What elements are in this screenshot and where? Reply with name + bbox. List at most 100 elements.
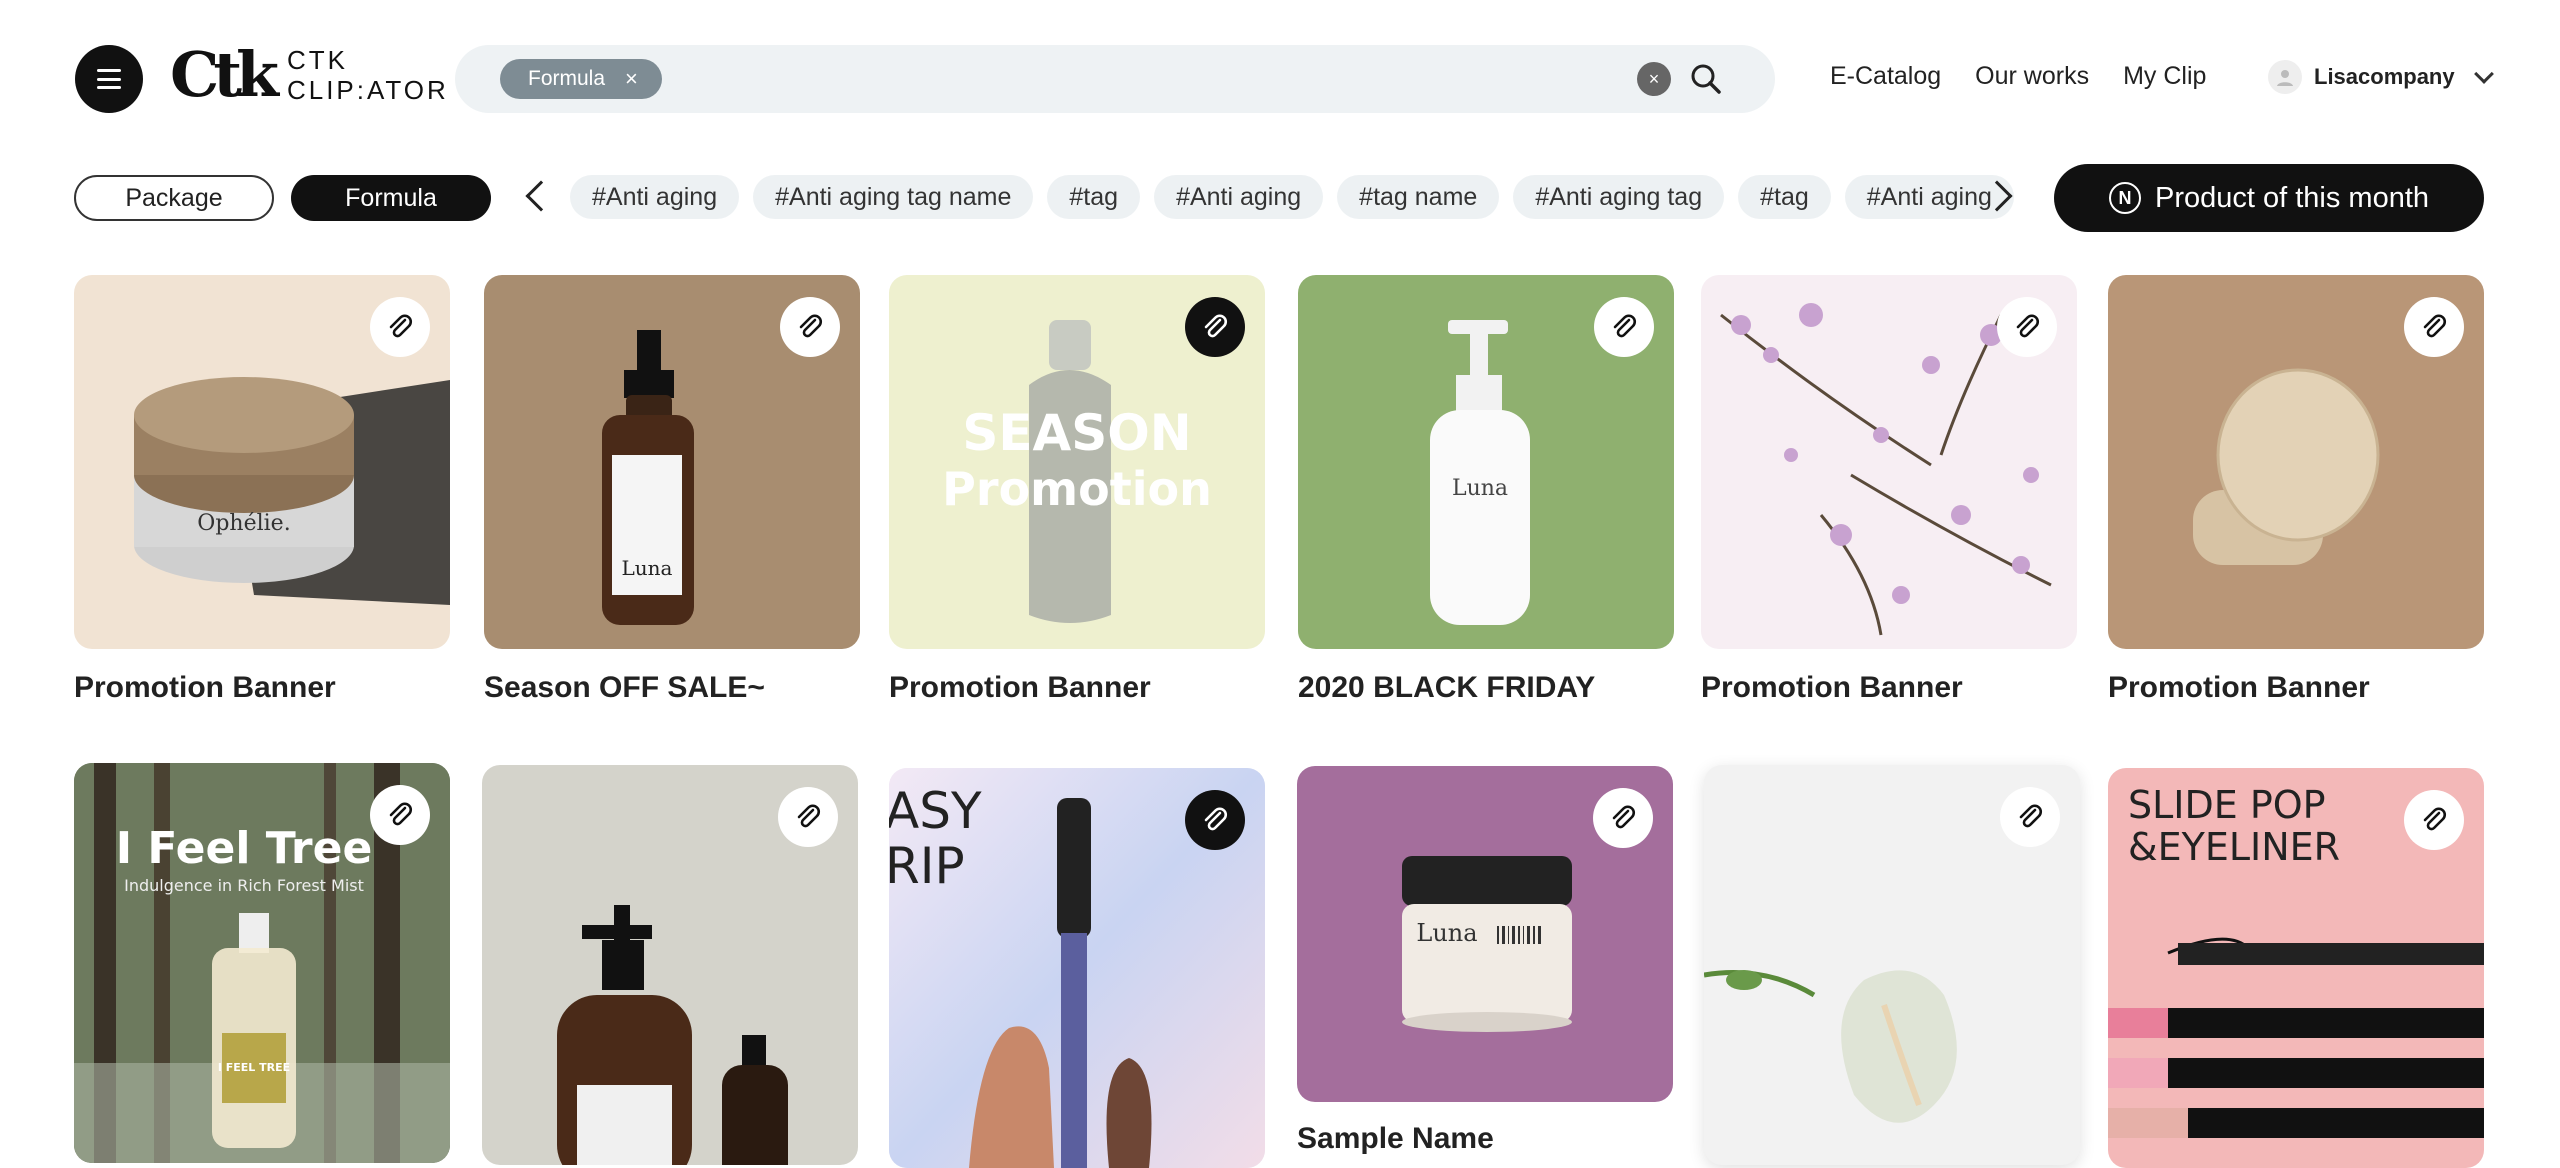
- clip-button[interactable]: [370, 785, 430, 845]
- card-title[interactable]: Promotion Banner: [74, 671, 450, 705]
- card-title[interactable]: Promotion Banner: [1701, 671, 2077, 705]
- overlay-text: SEASON: [962, 404, 1191, 462]
- nav-my-clip[interactable]: My Clip: [2123, 62, 2206, 91]
- paperclip-icon: [797, 804, 820, 828]
- card-thumbnail[interactable]: Luna: [1297, 766, 1673, 1102]
- clip-button[interactable]: [1593, 788, 1653, 848]
- content-card[interactable]: Promotion Banner: [1701, 275, 2077, 705]
- tag-chip[interactable]: #tag name: [1337, 175, 1500, 219]
- card-title[interactable]: Promotion Banner: [2108, 671, 2484, 705]
- paperclip-icon: [2019, 804, 2042, 828]
- card-title[interactable]: Promotion Banner: [889, 671, 1265, 705]
- content-card[interactable]: SEASON Promotion Promotion Banner: [889, 275, 1265, 705]
- new-badge-icon: N: [2108, 182, 2141, 214]
- content-card[interactable]: SLIDE POP &EYELINER: [2108, 768, 2484, 1168]
- overlay-text: Indulgence in Rich Forest Mist: [124, 876, 364, 895]
- product-label: Luna: [622, 556, 673, 580]
- card-thumbnail[interactable]: Ophélie.: [74, 275, 450, 649]
- overlay-text: &EYELINER: [2128, 825, 2340, 869]
- product-label: I FEEL TREE: [218, 1061, 290, 1074]
- search-filter-chip[interactable]: Formula ×: [500, 59, 662, 99]
- clip-button[interactable]: [2404, 790, 2464, 850]
- content-card[interactable]: ASY RIP: [889, 768, 1265, 1168]
- card-thumbnail[interactable]: [2108, 275, 2484, 649]
- filter-row: Package Formula #Anti aging #Anti aging …: [0, 160, 2560, 240]
- overlay-text: ASY: [889, 782, 982, 840]
- paperclip-icon: [1612, 805, 1635, 829]
- paperclip-icon: [389, 314, 412, 338]
- tag-chip[interactable]: #Anti aging tag name: [753, 175, 1034, 219]
- tag-chip[interactable]: #Anti aging: [570, 175, 740, 219]
- overlay-text: SLIDE POP: [2128, 783, 2326, 827]
- user-name: Lisacompany: [2314, 64, 2455, 89]
- paperclip-icon: [2016, 314, 2039, 338]
- tag-chip[interactable]: #Anti aging tag: [1513, 175, 1725, 219]
- search-bar[interactable]: Formula × ×: [455, 45, 1775, 113]
- clip-button[interactable]: [2404, 297, 2464, 357]
- card-title[interactable]: 2020 BLACK FRIDAY: [1298, 671, 1674, 705]
- product-label: Luna: [1452, 476, 1508, 501]
- content-card[interactable]: I FEEL TREE I Feel Tree Indulgence in Ri…: [74, 763, 450, 1163]
- clip-button[interactable]: [1594, 297, 1654, 357]
- content-card[interactable]: Luna Season OFF SALE~: [484, 275, 860, 705]
- logo[interactable]: Ctk CTK CLIP:ATOR: [170, 40, 449, 110]
- clip-button[interactable]: [780, 297, 840, 357]
- tag-chip[interactable]: #tag: [1738, 175, 1831, 219]
- content-card[interactable]: Luna Sample Name: [1297, 766, 1673, 1156]
- user-icon: [2277, 70, 2293, 86]
- clip-button[interactable]: [1185, 297, 1245, 357]
- content-card[interactable]: Promotion Banner: [2108, 275, 2484, 705]
- user-menu[interactable]: Lisacompany: [2268, 60, 2494, 94]
- close-icon[interactable]: ×: [625, 66, 638, 92]
- card-thumbnail[interactable]: [482, 765, 858, 1165]
- chevron-left-icon[interactable]: [525, 180, 557, 212]
- top-nav: E-Catalog Our works My Clip: [1830, 62, 2206, 91]
- avatar: [2268, 60, 2302, 94]
- chevron-down-icon: [2473, 64, 2494, 84]
- product-of-month-label: Product of this month: [2154, 181, 2430, 214]
- tag-chip[interactable]: #tag: [1047, 175, 1141, 219]
- content-card[interactable]: Luna 2020 BLACK FRIDAY: [1298, 275, 1674, 705]
- card-thumbnail[interactable]: ASY RIP: [889, 768, 1265, 1168]
- nav-e-catalog[interactable]: E-Catalog: [1830, 62, 1941, 91]
- card-thumbnail[interactable]: I FEEL TREE I Feel Tree Indulgence in Ri…: [74, 763, 450, 1163]
- content-card[interactable]: [482, 765, 858, 1165]
- clear-search-button[interactable]: ×: [1637, 62, 1671, 96]
- segment-package[interactable]: Package: [74, 175, 274, 221]
- content-card[interactable]: [1704, 765, 2080, 1165]
- paperclip-icon: [2423, 807, 2446, 831]
- nav-our-works[interactable]: Our works: [1975, 62, 2089, 91]
- paperclip-icon: [799, 314, 822, 338]
- paperclip-icon: [2423, 314, 2446, 338]
- paperclip-icon: [1204, 807, 1227, 831]
- logo-mark: Ctk: [170, 38, 279, 111]
- search-chip-label: Formula: [528, 67, 606, 90]
- tag-list: #Anti aging #Anti aging tag name #tag #A…: [570, 175, 2014, 219]
- clip-button[interactable]: [1997, 297, 2057, 357]
- card-thumbnail[interactable]: SLIDE POP &EYELINER: [2108, 768, 2484, 1168]
- clip-button[interactable]: [778, 787, 838, 847]
- clip-button[interactable]: [370, 297, 430, 357]
- card-thumbnail[interactable]: Luna: [484, 275, 860, 649]
- paperclip-icon: [1613, 314, 1636, 338]
- segment-formula[interactable]: Formula: [291, 175, 491, 221]
- card-thumbnail[interactable]: Luna: [1298, 275, 1674, 649]
- logo-line-2: CLIP:ATOR: [286, 75, 449, 105]
- search-icon[interactable]: [1688, 61, 1724, 97]
- product-of-month-button[interactable]: N Product of this month: [2054, 164, 2484, 232]
- card-title[interactable]: Season OFF SALE~: [484, 671, 860, 705]
- clip-button[interactable]: [1185, 790, 1245, 850]
- menu-button[interactable]: [75, 45, 143, 113]
- card-thumbnail[interactable]: [1701, 275, 2077, 649]
- content-card[interactable]: Ophélie. Promotion Banner: [74, 275, 450, 705]
- logo-line-1: CTK: [286, 45, 348, 75]
- card-title[interactable]: Sample Name: [1297, 1122, 1673, 1156]
- tag-chip[interactable]: #Anti aging: [1154, 175, 1324, 219]
- product-label: Ophélie.: [197, 511, 290, 536]
- overlay-text: I Feel Tree: [116, 823, 373, 874]
- card-thumbnail[interactable]: SEASON Promotion: [889, 275, 1265, 649]
- card-thumbnail[interactable]: [1704, 765, 2080, 1165]
- header: Ctk CTK CLIP:ATOR Formula × × E-Catalog …: [0, 0, 2560, 160]
- clip-button[interactable]: [2000, 787, 2060, 847]
- overlay-text: RIP: [889, 837, 965, 895]
